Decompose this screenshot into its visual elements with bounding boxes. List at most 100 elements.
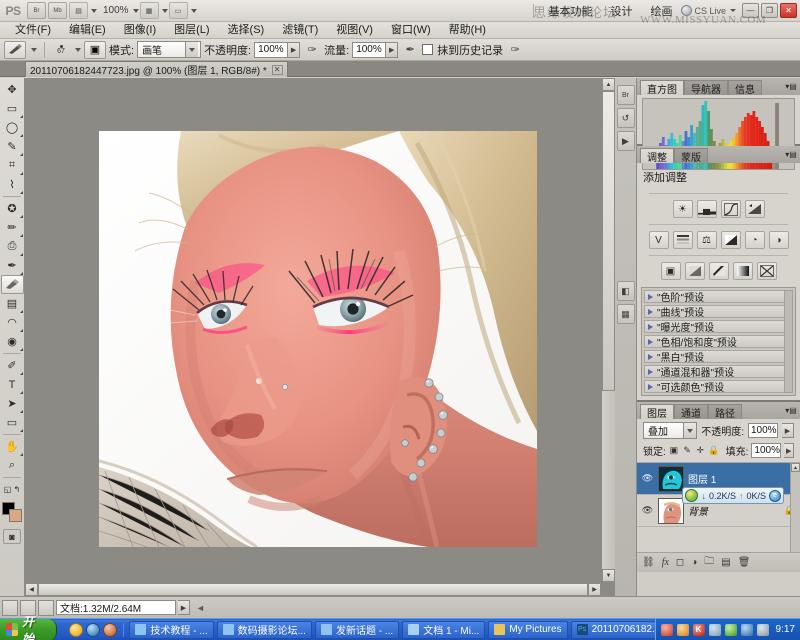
opacity-value[interactable]: 100% xyxy=(254,42,288,58)
ql-internet-explorer-icon[interactable] xyxy=(86,623,100,637)
status-expand-arrow-icon[interactable]: ▶ xyxy=(178,600,190,615)
tray-messenger-icon[interactable] xyxy=(677,624,689,636)
task-new-topic[interactable]: 发新话题 - ... xyxy=(315,621,399,639)
new-layer-icon[interactable]: ▤ xyxy=(721,557,730,568)
lock-image-pixels-icon[interactable]: ✎ xyxy=(682,444,692,457)
preset-black-white[interactable]: "黑白"预设 xyxy=(644,350,793,363)
tab-channels[interactable]: 通道 xyxy=(674,404,708,419)
layer-opacity-value[interactable]: 100% xyxy=(748,423,778,438)
close-button[interactable]: ✕ xyxy=(780,3,797,18)
tool-move[interactable]: ✥ xyxy=(1,80,24,99)
menu-file[interactable]: 文件(F) xyxy=(6,22,60,38)
layer-thumbnail[interactable] xyxy=(658,498,684,524)
add-mask-icon[interactable]: ◻ xyxy=(676,557,684,568)
adj-gradient-map-icon[interactable] xyxy=(733,262,753,280)
brush-size-chevron-icon[interactable] xyxy=(75,48,81,52)
tool-path-selection[interactable]: ➤ xyxy=(1,394,24,413)
start-button[interactable]: 开始 xyxy=(0,619,57,640)
flow-slider-arrow-icon[interactable]: ▶ xyxy=(386,42,398,58)
tool-spot-healing[interactable]: ✪ xyxy=(1,199,24,218)
rail-swatches-icon[interactable]: ▦ xyxy=(617,304,635,324)
task-tech-tutorial[interactable]: 技术教程 - ... xyxy=(129,621,213,639)
tab-masks[interactable]: 蒙版 xyxy=(674,148,708,163)
adj-invert-icon[interactable]: ▣ xyxy=(661,262,681,280)
menu-view[interactable]: 视图(V) xyxy=(327,22,382,38)
erase-to-history-checkbox[interactable]: 抹到历史记录 xyxy=(422,42,503,58)
tab-navigator[interactable]: 导航器 xyxy=(684,80,728,95)
preset-curves[interactable]: "曲线"预设 xyxy=(644,305,793,318)
blend-mode-select[interactable]: 画笔 xyxy=(137,41,201,58)
view-extras-chevron-icon[interactable] xyxy=(91,9,97,13)
adj-brightness-contrast-icon[interactable]: ☀ xyxy=(673,200,693,218)
panel-menu-icon[interactable]: ▾▤ xyxy=(785,149,797,160)
preset-exposure[interactable]: "曝光度"预设 xyxy=(644,320,793,333)
adj-photo-filter-icon[interactable]: ◔ xyxy=(745,231,765,249)
lock-transparent-pixels-icon[interactable]: ▣ xyxy=(669,444,679,457)
blend-mode-select[interactable]: 叠加 xyxy=(643,422,697,439)
brush-preset-chevron-icon[interactable] xyxy=(31,48,37,52)
layer-thumbnail[interactable] xyxy=(658,466,684,492)
workspace-essentials[interactable]: 基本功能 xyxy=(548,3,592,19)
tablet-pressure-icon[interactable]: ✑ xyxy=(506,41,524,59)
color-swatches[interactable] xyxy=(1,502,24,526)
menu-select[interactable]: 选择(S) xyxy=(219,22,274,38)
rail-history-icon[interactable]: ↺ xyxy=(617,108,635,128)
flow-control[interactable]: 100% ▶ xyxy=(352,42,398,58)
workspace-design[interactable]: 设计 xyxy=(610,3,632,19)
tray-display-icon[interactable] xyxy=(757,624,769,636)
canvas-vertical-scrollbar[interactable]: ▲ ▼ xyxy=(601,78,615,582)
adj-color-balance-icon[interactable]: ⚖ xyxy=(697,231,717,249)
tool-rectangle-shape[interactable]: ▭ xyxy=(1,413,24,432)
scroll-thumb-horizontal[interactable] xyxy=(38,583,588,596)
zoom-level-value[interactable]: 100% xyxy=(103,5,129,16)
tool-quick-selection[interactable]: ✎ xyxy=(1,137,24,156)
cs-live-button[interactable]: CS Live xyxy=(681,5,736,16)
opacity-slider-arrow-icon[interactable]: ▶ xyxy=(288,42,300,58)
maximize-button[interactable]: ❐ xyxy=(761,3,778,18)
visibility-eye-icon[interactable]: 👁 xyxy=(641,505,654,516)
expand-icon[interactable] xyxy=(648,384,653,390)
link-layers-icon[interactable]: ⛓ xyxy=(642,557,655,568)
adj-posterize-icon[interactable] xyxy=(685,262,705,280)
launch-bridge-button[interactable]: Br xyxy=(27,2,46,19)
menu-layer[interactable]: 图层(L) xyxy=(165,22,218,38)
tray-network-icon[interactable] xyxy=(709,624,721,636)
tool-clone-stamp[interactable]: ⎙ xyxy=(1,237,24,256)
menu-help[interactable]: 帮助(H) xyxy=(440,22,495,38)
canvas-horizontal-scrollbar[interactable]: ◀ ▶ xyxy=(25,582,601,596)
blend-mode-chevron-icon[interactable] xyxy=(683,423,696,438)
tab-info[interactable]: 信息 xyxy=(728,80,762,95)
tool-history-brush[interactable]: ✒ xyxy=(1,256,24,275)
preset-selective-color[interactable]: "可选颜色"预设 xyxy=(644,380,793,393)
status-icon-1[interactable] xyxy=(2,600,18,616)
tool-zoom[interactable]: ⌕ xyxy=(1,456,24,475)
new-adjustment-icon[interactable]: ◑ xyxy=(691,557,697,568)
tray-security-icon[interactable] xyxy=(661,624,673,636)
delete-layer-icon[interactable]: 🗑 xyxy=(738,557,751,568)
launch-mini-bridge-button[interactable]: Mb xyxy=(48,2,67,19)
view-extras-button[interactable]: ▤ xyxy=(69,2,88,19)
tab-histogram[interactable]: 直方图 xyxy=(640,80,684,95)
brush-size-indicator[interactable]: 67 xyxy=(52,45,70,55)
toggle-brush-panel-icon[interactable]: ▣ xyxy=(84,41,106,59)
quick-mask-icon[interactable]: ◙ xyxy=(3,529,21,544)
preset-channel-mixer[interactable]: "通道混和器"预设 xyxy=(644,365,793,378)
adj-threshold-icon[interactable] xyxy=(709,262,729,280)
scroll-up-icon[interactable]: ▲ xyxy=(791,463,800,472)
expand-icon[interactable] xyxy=(648,369,653,375)
flow-value[interactable]: 100% xyxy=(352,42,386,58)
opacity-slider-arrow-icon[interactable]: ▶ xyxy=(782,423,794,438)
arrange-documents-button[interactable]: ▦ xyxy=(140,2,159,19)
brush-tool-preset-icon[interactable] xyxy=(4,41,26,59)
taskbar-clock[interactable]: 9:17 xyxy=(776,624,795,635)
adj-vibrance-icon[interactable]: V xyxy=(649,231,669,249)
layer-style-icon[interactable]: fx xyxy=(662,557,669,568)
image-canvas[interactable] xyxy=(99,131,537,547)
network-speed-widget[interactable]: ↓ 0.2K/S ↑ 0K/S e xyxy=(682,487,784,504)
expand-icon[interactable] xyxy=(648,324,653,330)
tray-kingsoft-icon[interactable]: K xyxy=(693,624,705,636)
adj-exposure-icon[interactable] xyxy=(745,200,765,218)
checkbox-box[interactable] xyxy=(422,44,433,55)
tool-hand[interactable]: ✋ xyxy=(1,437,24,456)
rail-color-icon[interactable]: ◧ xyxy=(617,281,635,301)
